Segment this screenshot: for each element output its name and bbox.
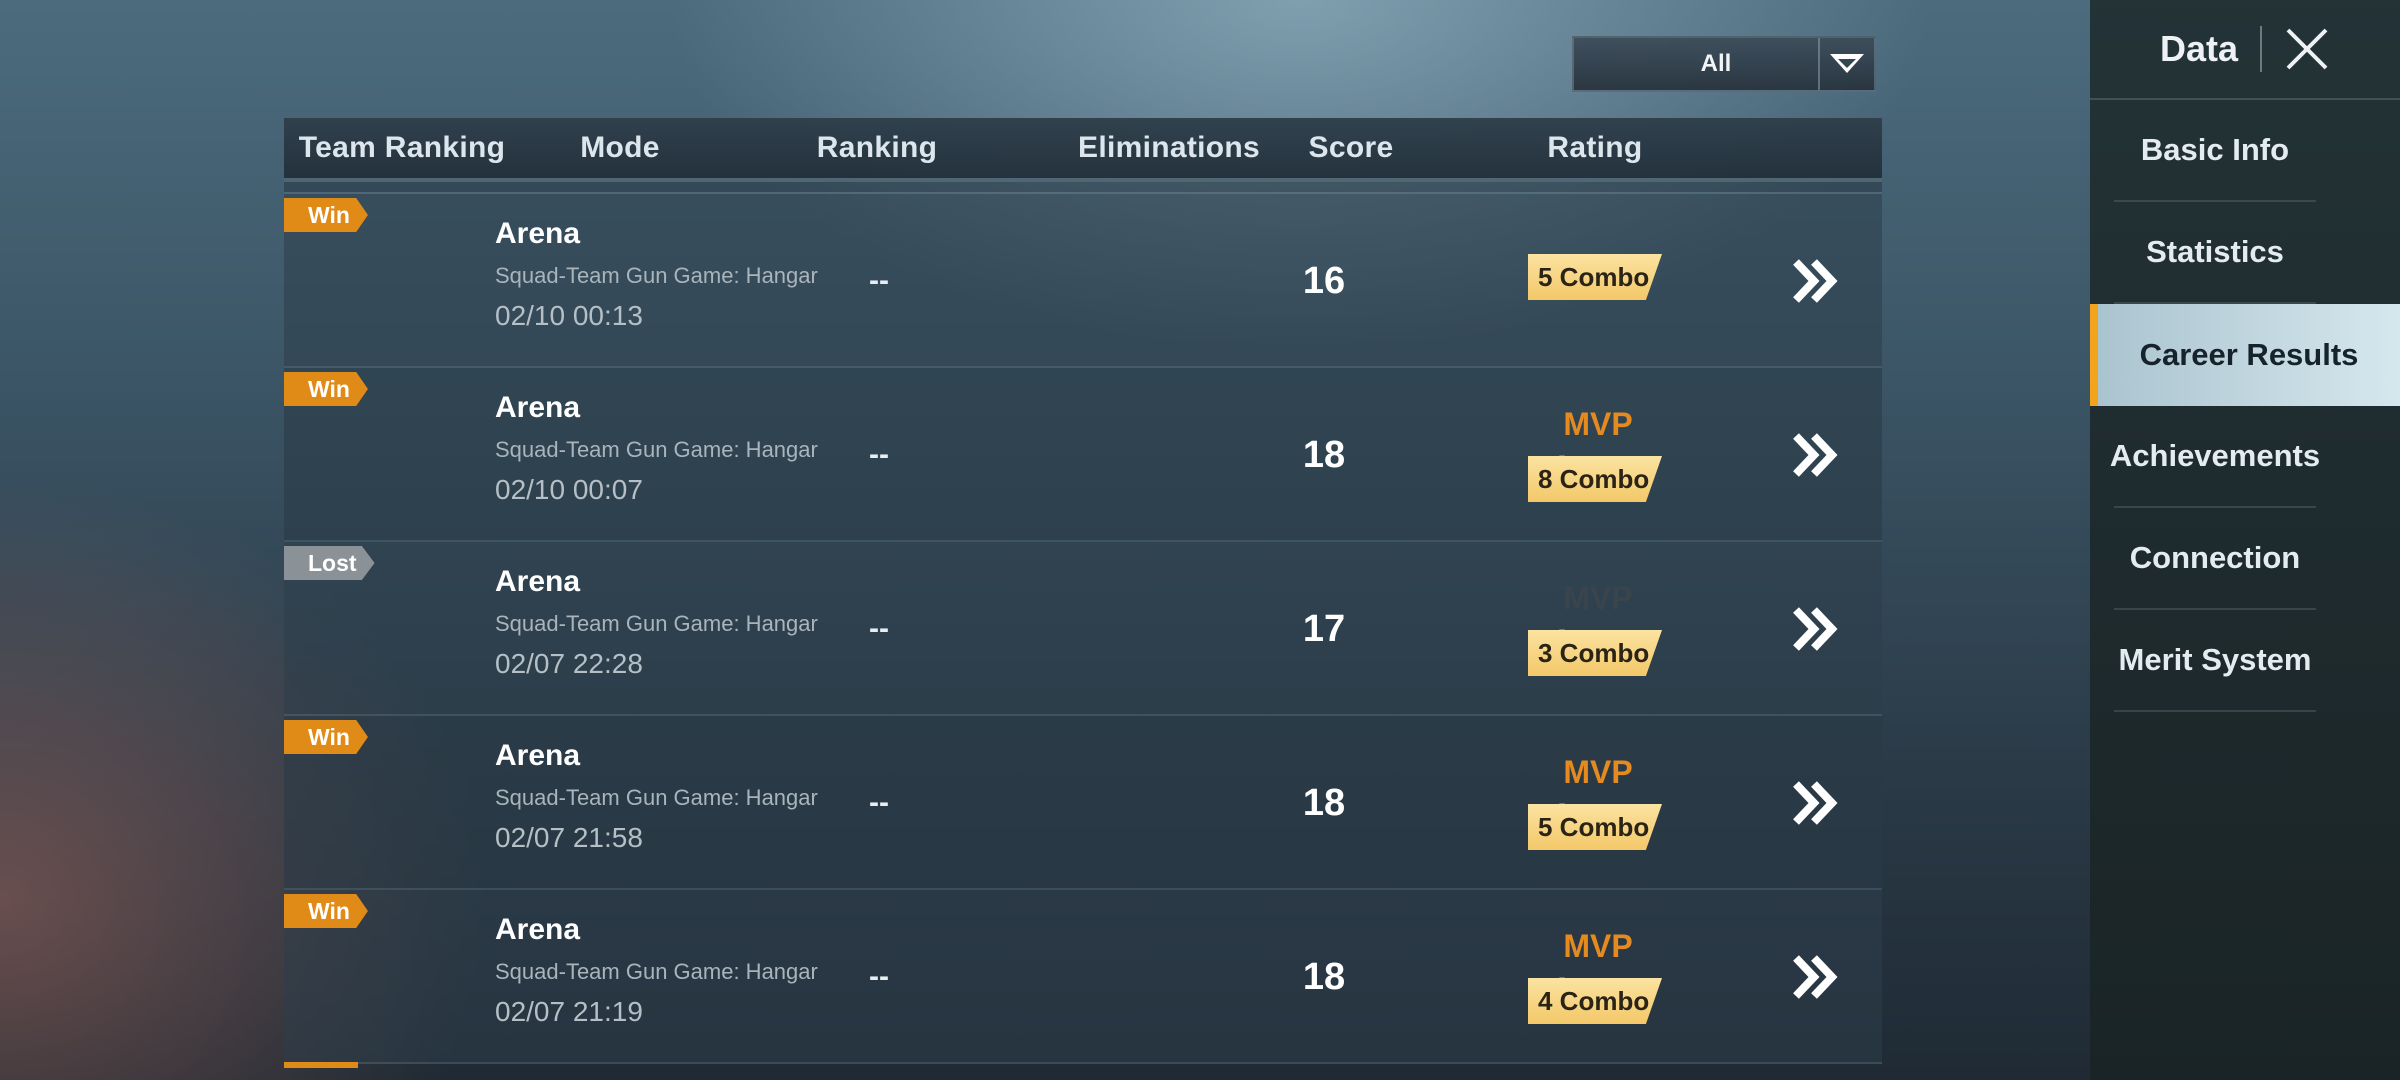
mode-map: Squad-Team Gun Game: Hangar <box>495 611 818 636</box>
header-score: Score <box>1308 131 1394 164</box>
details-chevron-icon[interactable] <box>1790 604 1838 654</box>
nav-item-connection[interactable]: Connection <box>2114 508 2316 610</box>
mvp-label: MVP <box>1563 580 1633 616</box>
mode-name: Arena <box>495 217 581 250</box>
mvp-label: MVP <box>1563 406 1633 442</box>
mode-name: Arena <box>495 913 581 946</box>
mode-info: Arena Squad-Team Gun Game: Hangar 02/07 … <box>495 564 818 680</box>
match-time: 02/10 00:07 <box>495 474 643 505</box>
ranking-value: -- <box>869 786 889 819</box>
match-time: 02/10 00:13 <box>495 300 643 331</box>
filter-selected-label: All <box>1700 50 1732 77</box>
combo-badge: 4 Combo <box>1528 978 1662 1024</box>
details-chevron-icon[interactable] <box>1790 952 1838 1002</box>
mvp-label: MVP <box>1563 754 1633 790</box>
rating-cell: MVP 8 Combo <box>1528 368 1668 542</box>
ranking-value: -- <box>869 960 889 993</box>
mode-map: Squad-Team Gun Game: Hangar <box>495 959 818 984</box>
header-team-ranking: Team Ranking <box>298 131 506 164</box>
details-chevron-icon[interactable] <box>1790 256 1838 306</box>
next-row-tag-edge <box>284 1062 358 1068</box>
header-ranking: Ranking <box>816 131 938 164</box>
table-row[interactable]: Lost Arena Squad-Team Gun Game: Hangar 0… <box>284 542 1882 716</box>
rating-cell: MVP 3 Combo <box>1528 542 1668 716</box>
table-row[interactable]: Win Arena Squad-Team Gun Game: Hangar 02… <box>284 890 1882 1068</box>
table-row[interactable]: Win Arena Squad-Team Gun Game: Hangar 02… <box>284 716 1882 890</box>
match-time: 02/07 21:58 <box>495 822 643 853</box>
rating-cell: MVP 4 Combo <box>1528 890 1668 1064</box>
eliminations-value: 18 <box>1302 433 1346 476</box>
mode-info: Arena Squad-Team Gun Game: Hangar 02/07 … <box>495 738 818 854</box>
mode-info: Arena Squad-Team Gun Game: Hangar 02/07 … <box>495 912 818 1028</box>
combo-badge: 8 Combo <box>1528 456 1662 502</box>
mode-info: Arena Squad-Team Gun Game: Hangar 02/10 … <box>495 390 818 506</box>
mode-name: Arena <box>495 565 581 598</box>
ranking-value: -- <box>869 264 889 297</box>
data-side-panel: Data Basic Info Statistics Career Result… <box>2090 0 2400 1080</box>
match-time: 02/07 22:28 <box>495 648 643 679</box>
rating-cell: MVP 5 Combo <box>1528 716 1668 890</box>
results-list: Win Arena Squad-Team Gun Game: Hangar 02… <box>284 194 1882 1068</box>
combo-badge: 5 Combo <box>1528 804 1662 850</box>
eliminations-value: 16 <box>1302 259 1346 302</box>
panel-title: Data <box>2159 28 2239 69</box>
mode-info: Arena Squad-Team Gun Game: Hangar 02/10 … <box>495 216 818 332</box>
combo-badge: 3 Combo <box>1528 630 1662 676</box>
nav-item-statistics[interactable]: Statistics <box>2114 202 2316 304</box>
mode-map: Squad-Team Gun Game: Hangar <box>495 263 818 288</box>
match-time: 02/07 21:19 <box>495 996 643 1027</box>
career-results-table: Team Ranking Mode Ranking Eliminations S… <box>284 118 1882 1080</box>
close-icon[interactable] <box>2284 26 2330 72</box>
header-rating: Rating <box>1547 131 1643 164</box>
nav-item-merit-system[interactable]: Merit System <box>2114 610 2316 712</box>
ranking-value: -- <box>869 438 889 471</box>
eliminations-value: 18 <box>1302 955 1346 998</box>
result-tag: Lost <box>284 546 375 580</box>
nav-item-basic-info[interactable]: Basic Info <box>2114 100 2316 202</box>
result-tag: Win <box>284 372 368 406</box>
header-mode: Mode <box>580 131 660 164</box>
header-divider <box>284 182 1882 194</box>
panel-header: Data <box>2090 0 2400 100</box>
mode-map: Squad-Team Gun Game: Hangar <box>495 785 818 810</box>
nav-item-career-results[interactable]: Career Results <box>2090 304 2400 406</box>
table-row[interactable]: Win Arena Squad-Team Gun Game: Hangar 02… <box>284 194 1882 368</box>
mode-filter-dropdown[interactable]: All <box>1572 36 1876 92</box>
mode-name: Arena <box>495 391 581 424</box>
dropdown-arrow-icon[interactable] <box>1818 38 1874 90</box>
mode-map: Squad-Team Gun Game: Hangar <box>495 437 818 462</box>
header-divider <box>2260 26 2263 72</box>
nav-item-achievements[interactable]: Achievements <box>2110 406 2320 508</box>
ranking-value: -- <box>869 612 889 645</box>
eliminations-value: 17 <box>1302 607 1346 650</box>
result-tag: Win <box>284 894 368 928</box>
details-chevron-icon[interactable] <box>1790 430 1838 480</box>
table-header: Team Ranking Mode Ranking Eliminations S… <box>284 118 1882 182</box>
combo-badge: 5 Combo <box>1528 254 1662 300</box>
result-tag: Win <box>284 720 368 754</box>
rating-cell: 5 Combo <box>1528 194 1668 368</box>
header-eliminations: Eliminations <box>1078 131 1260 164</box>
eliminations-value: 18 <box>1302 781 1346 824</box>
table-row[interactable]: Win Arena Squad-Team Gun Game: Hangar 02… <box>284 368 1882 542</box>
result-tag: Win <box>284 198 368 232</box>
mode-name: Arena <box>495 739 581 772</box>
details-chevron-icon[interactable] <box>1790 778 1838 828</box>
mvp-label: MVP <box>1563 928 1633 964</box>
